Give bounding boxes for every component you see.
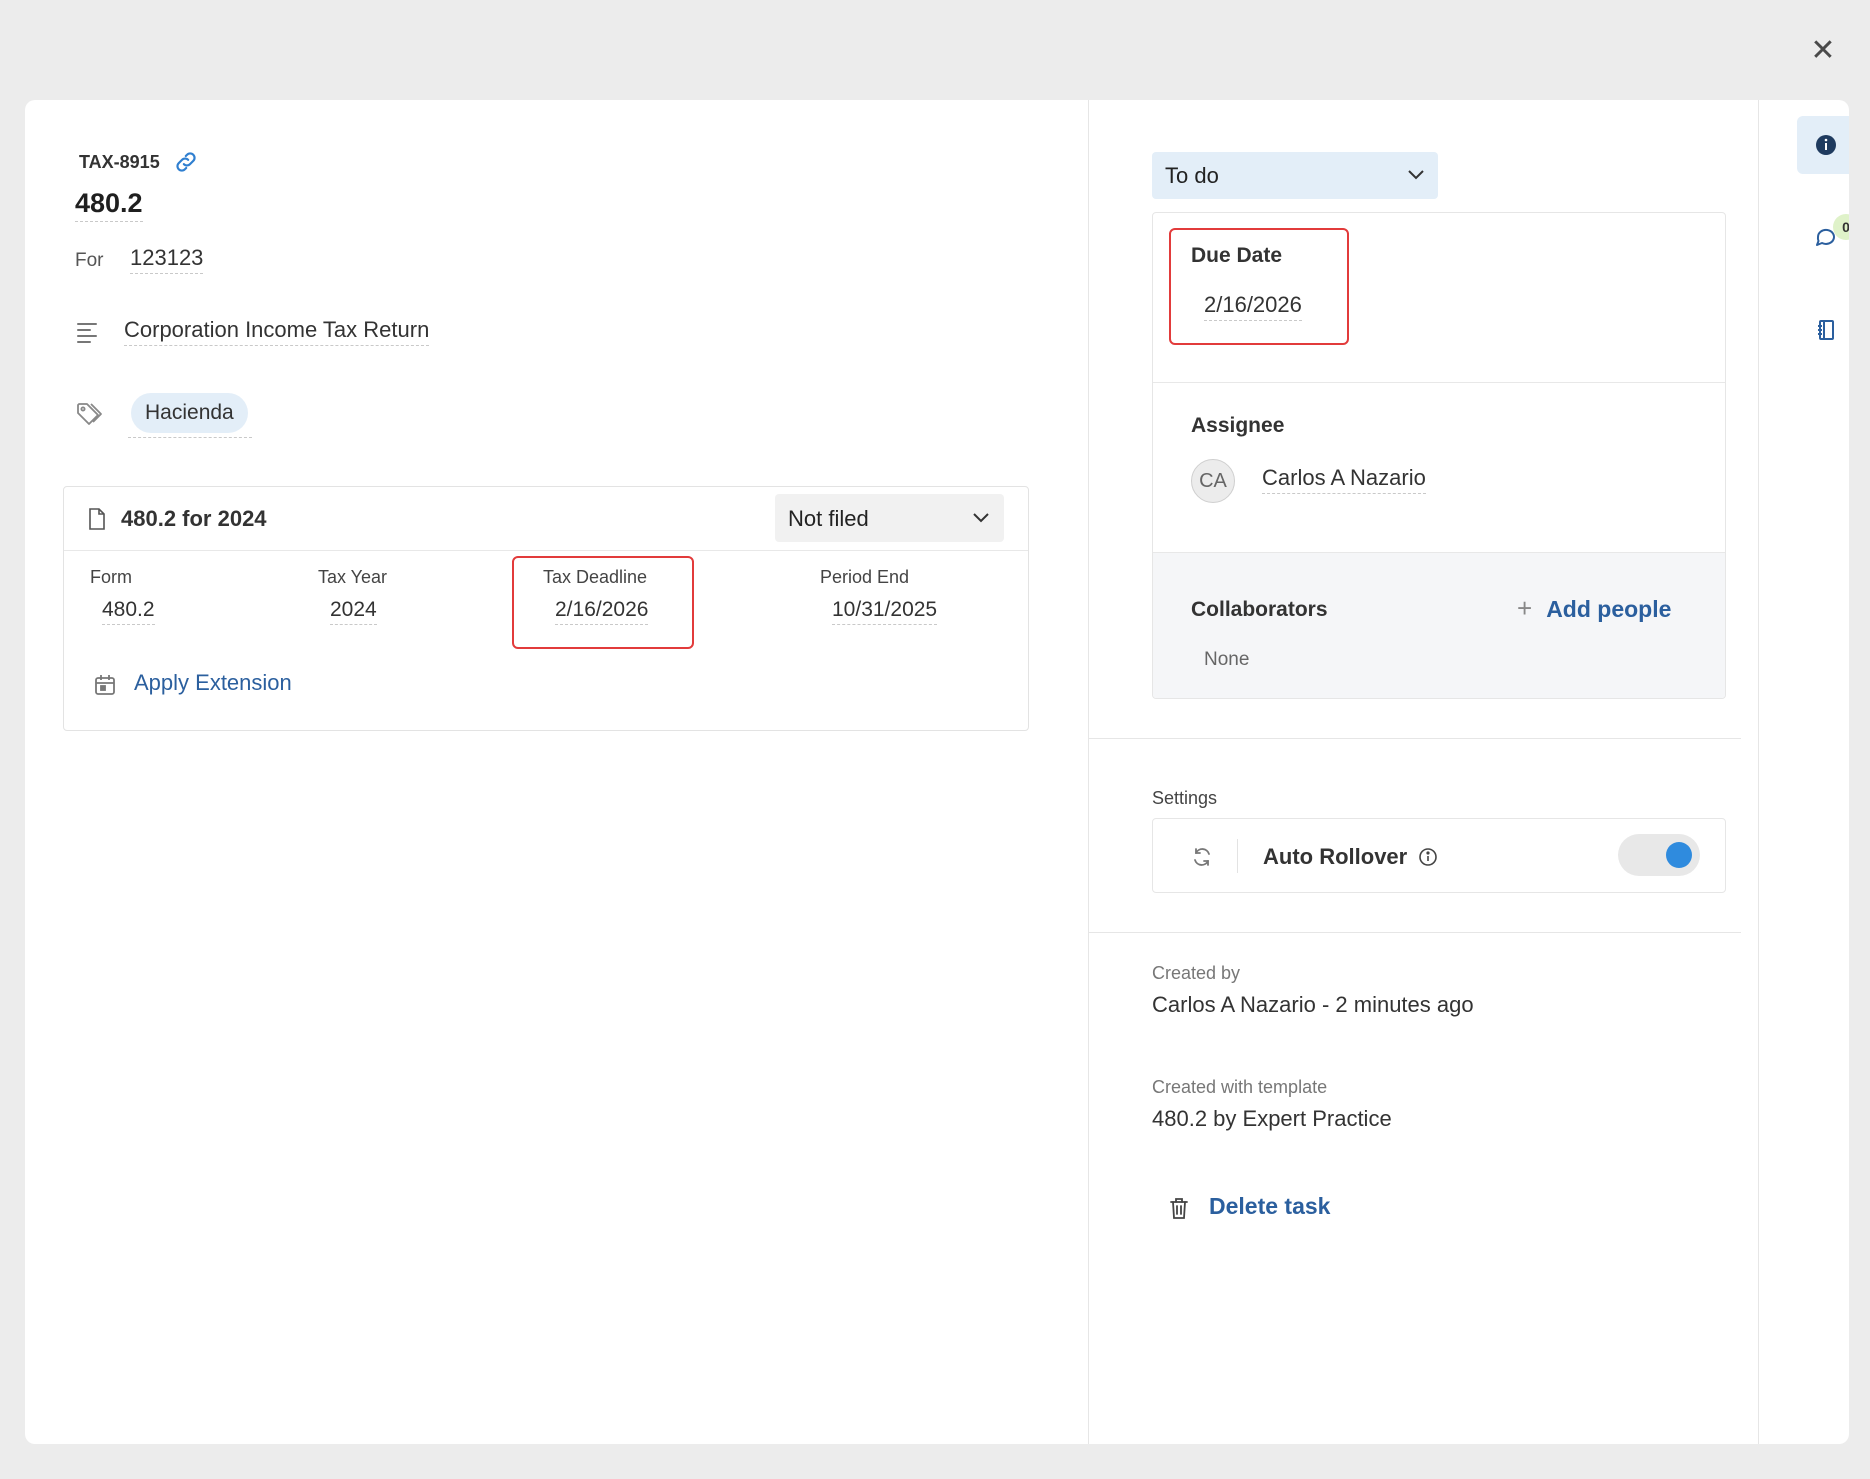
collaborators-label: Collaborators: [1191, 598, 1328, 621]
task-id: TAX-8915: [79, 152, 160, 172]
tax-year-value[interactable]: 2024: [330, 598, 377, 625]
filing-title: 480.2 for 2024: [121, 506, 267, 531]
due-date-field[interactable]: 2/16/2026: [1204, 292, 1302, 321]
tag-icon: [77, 403, 102, 425]
trash-icon: [1170, 1198, 1188, 1219]
add-people-label: Add people: [1546, 596, 1672, 622]
auto-rollover-toggle[interactable]: [1618, 834, 1700, 876]
template-value: 480.2 by Expert Practice: [1152, 1106, 1392, 1131]
chevron-down-icon: [1408, 170, 1424, 180]
avatar: CA: [1191, 459, 1235, 503]
created-by-value: Carlos A Nazario - 2 minutes ago: [1152, 992, 1474, 1017]
info-tab[interactable]: [1797, 116, 1849, 174]
toggle-knob: [1666, 842, 1692, 868]
chevron-down-icon: [973, 513, 989, 523]
task-status-value: To do: [1165, 163, 1219, 188]
task-modal: TAX-8915 480.2 For 123123 Corporation In…: [25, 100, 1849, 1444]
tax-deadline-value[interactable]: 2/16/2026: [555, 598, 649, 625]
tax-document-icon: [89, 508, 105, 530]
task-status-select[interactable]: To do: [1152, 152, 1438, 199]
link-icon[interactable]: [173, 149, 199, 175]
task-main-pane: TAX-8915 480.2 For 123123 Corporation In…: [25, 100, 1088, 1444]
assignee-label: Assignee: [1191, 414, 1285, 437]
form-field: Form 480.2: [90, 567, 155, 625]
task-title[interactable]: 480.2: [75, 188, 143, 222]
refresh-icon: [1194, 848, 1210, 866]
client-field[interactable]: 123123: [130, 245, 204, 274]
task-info-card: Due Date 2/16/2026 Assignee CA Carlos A …: [1152, 212, 1726, 699]
form-label: Form: [90, 567, 132, 587]
settings-card: Auto Rollover: [1152, 818, 1726, 893]
template-label: Created with template: [1152, 1077, 1328, 1097]
assignee-section: Assignee CA Carlos A Nazario: [1153, 383, 1725, 553]
section-divider: [1089, 738, 1741, 739]
activity-tab[interactable]: [1797, 301, 1849, 359]
collaborators-section: Collaborators + Add people None: [1153, 553, 1725, 698]
info-icon: [1816, 135, 1836, 155]
delete-task-label: Delete task: [1209, 1193, 1331, 1219]
due-date-label: Due Date: [1191, 244, 1283, 267]
period-end-label: Period End: [820, 567, 910, 587]
settings-separator: [1237, 839, 1238, 873]
form-value[interactable]: 480.2: [102, 598, 155, 625]
filing-status-select[interactable]: Not filed: [775, 494, 1004, 542]
for-label: For: [75, 250, 104, 271]
plus-icon: +: [1517, 593, 1533, 623]
apply-extension-link[interactable]: Apply Extension: [134, 670, 292, 696]
tax-year-field: Tax Year 2024: [318, 567, 387, 625]
info-icon[interactable]: [1418, 847, 1438, 867]
tax-deadline-field: Tax Deadline 2/16/2026: [543, 567, 649, 625]
side-rail: 0: [1758, 100, 1849, 1444]
close-icon[interactable]: ✕: [1806, 34, 1840, 68]
period-end-value[interactable]: 10/31/2025: [832, 598, 938, 625]
period-end-field: Period End 10/31/2025: [820, 567, 938, 625]
activity-icon: [1818, 320, 1834, 340]
tax-year-label: Tax Year: [318, 567, 388, 587]
add-people-button[interactable]: + Add people: [1517, 593, 1671, 624]
tags-field[interactable]: Hacienda: [128, 393, 252, 438]
comments-tab[interactable]: 0: [1797, 208, 1849, 266]
filing-header: 480.2 for 2024 Not filed: [64, 487, 1028, 551]
due-date-section: Due Date 2/16/2026: [1153, 213, 1725, 383]
filing-card: 480.2 for 2024 Not filed Form 480.2 Tax …: [63, 486, 1029, 731]
task-details-pane: To do Due Date 2/16/2026 Assignee CA Car…: [1089, 100, 1762, 1444]
tax-deadline-label: Tax Deadline: [543, 567, 648, 587]
calendar-icon: [95, 675, 115, 695]
section-divider: [1089, 932, 1741, 933]
auto-rollover-label: Auto Rollover: [1263, 844, 1408, 869]
assignee-field[interactable]: Carlos A Nazario: [1262, 465, 1426, 494]
filing-status-value: Not filed: [788, 506, 869, 531]
settings-label: Settings: [1152, 788, 1218, 808]
created-by-label: Created by: [1152, 963, 1241, 983]
collaborators-empty: None: [1204, 649, 1250, 670]
tag-pill[interactable]: Hacienda: [131, 393, 248, 433]
description-field[interactable]: Corporation Income Tax Return: [124, 317, 430, 346]
description-icon: [77, 323, 97, 343]
